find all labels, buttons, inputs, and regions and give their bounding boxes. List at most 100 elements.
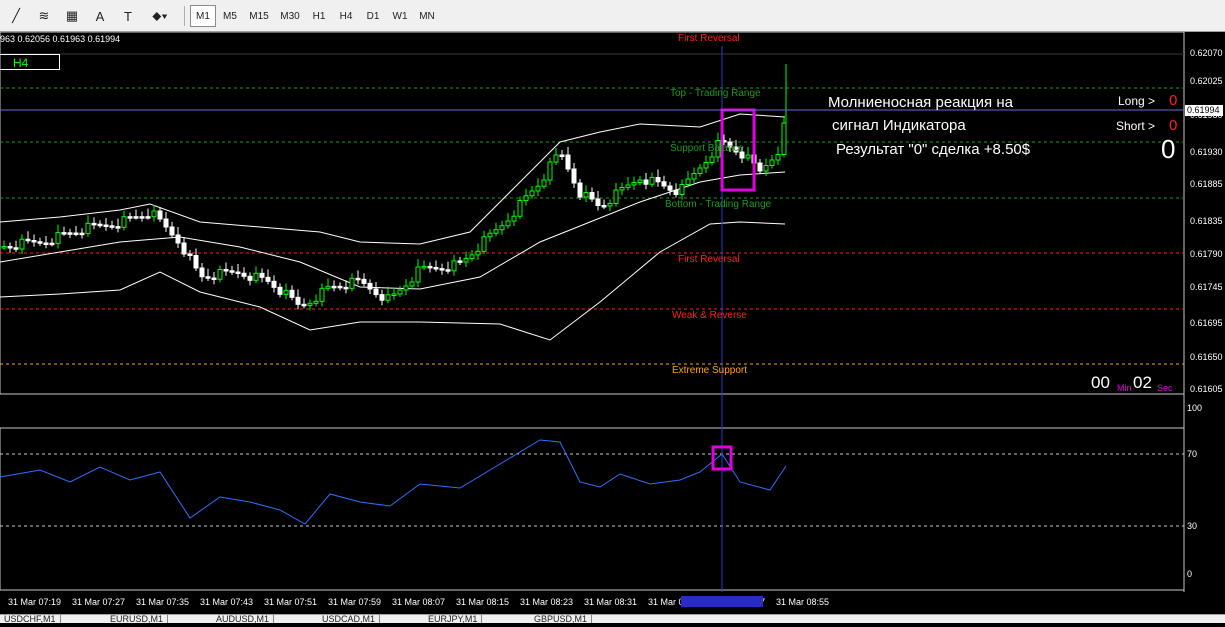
indicator-tick-label: 30	[1187, 521, 1198, 531]
line-tool-icon[interactable]: ╱	[4, 5, 28, 27]
candle-body	[613, 189, 619, 204]
timeframe-button-m15[interactable]: M15	[244, 5, 274, 27]
annotation-line2: сигнал Индикатора	[832, 117, 966, 134]
candle-body	[625, 184, 631, 188]
timeframe-button-m5[interactable]: M5	[217, 5, 243, 27]
candle-body	[121, 216, 127, 228]
timeframe-button-mn[interactable]: MN	[414, 5, 440, 27]
candle-body	[253, 272, 259, 281]
candle-body	[577, 182, 583, 198]
candle-body	[109, 225, 115, 228]
time-tick-label: 31 Mar 08:31	[584, 597, 638, 607]
candle-body	[337, 285, 343, 289]
short-label: Short >	[1116, 119, 1156, 133]
candle-body	[601, 205, 607, 208]
fibo-tool-icon[interactable]: ≋	[32, 5, 56, 27]
candle-body	[535, 185, 541, 192]
candle-body	[391, 293, 397, 296]
candle-body	[217, 269, 223, 280]
timeframe-button-h1[interactable]: H1	[306, 5, 332, 27]
candle-body	[277, 286, 283, 295]
candle-body	[115, 226, 121, 229]
annotation-line1: Молниеносная реакция на	[828, 94, 1013, 111]
chart-window[interactable]: 963 0.62056 0.61963 0.61994 H4 First Rev…	[0, 31, 1225, 622]
candle-body	[691, 173, 697, 180]
candle-body	[763, 165, 769, 172]
timeframe-button-h4[interactable]: H4	[333, 5, 359, 27]
time-tick-label: 31 Mar 07:35	[136, 597, 190, 607]
candle-body	[403, 285, 409, 291]
candle-body	[427, 265, 433, 269]
candle-body	[355, 277, 361, 281]
candle-body	[1, 246, 7, 249]
ohlc-header: 963 0.62056 0.61963 0.61994	[0, 34, 121, 44]
candle-body	[373, 288, 379, 296]
candle-body	[73, 232, 79, 235]
time-tick-label: 31 Mar 08:15	[456, 597, 510, 607]
candle-body	[517, 200, 523, 217]
candle-body	[559, 154, 565, 157]
candle-body	[643, 179, 649, 185]
timer-min-value: 00	[1091, 373, 1110, 392]
candle-body	[463, 257, 469, 263]
candle-body	[367, 282, 373, 290]
candle-body	[409, 281, 415, 287]
grid-tool-icon[interactable]: ▦	[60, 5, 84, 27]
candle-body	[289, 289, 295, 298]
top-trading-range-label: Top - Trading Range	[670, 88, 761, 99]
price-tick-label: 0.61835	[1190, 216, 1223, 226]
candle-body	[451, 260, 457, 272]
support-balance-label: Support Balance	[670, 143, 744, 154]
candle-body	[139, 216, 145, 219]
long-value: 0	[1169, 92, 1178, 109]
text-tool-icon[interactable]: A	[88, 5, 112, 27]
time-tick-label: 31 Mar 08:07	[392, 597, 446, 607]
candle-body	[499, 225, 505, 231]
candle-body	[595, 198, 601, 206]
price-tick-label: 0.61605	[1190, 384, 1223, 394]
first-reversal-bottom-label: First Reversal	[678, 254, 740, 265]
text-label-tool-icon[interactable]: T	[116, 5, 140, 27]
candle-body	[151, 210, 157, 218]
candle-body	[97, 223, 103, 227]
indicator-series-line	[0, 439, 787, 525]
price-chart[interactable]	[0, 31, 1225, 622]
candle-body	[181, 242, 187, 255]
candle-body	[745, 154, 751, 159]
price-tick-label: 0.61930	[1190, 147, 1223, 157]
price-tick-label: 0.61650	[1190, 352, 1223, 362]
candle-body	[199, 267, 205, 278]
candle-body	[295, 296, 301, 305]
candle-body	[631, 182, 637, 186]
candle-body	[769, 159, 775, 166]
timeframe-button-m30[interactable]: M30	[275, 5, 305, 27]
candle-body	[397, 289, 403, 295]
candle-body	[229, 270, 235, 273]
first-reversal-top-label: First Reversal	[678, 33, 740, 44]
candle-body	[667, 185, 673, 191]
candle-body	[415, 266, 421, 283]
indicator-line	[0, 439, 787, 525]
candle-body	[331, 285, 337, 289]
timeframe-button-w1[interactable]: W1	[387, 5, 413, 27]
candle-body	[25, 238, 31, 242]
timer-sec-label: Sec	[1157, 383, 1173, 393]
time-tick-label: 31 Mar 08:55	[776, 597, 830, 607]
weak-reverse-label: Weak & Reverse	[672, 310, 747, 321]
shapes-tool-icon[interactable]: ⬥▾	[144, 5, 176, 27]
candle-body	[241, 272, 247, 277]
candle-body	[583, 192, 589, 198]
candle-body	[247, 275, 253, 281]
price-tick-label: 0.61745	[1190, 282, 1223, 292]
timeframe-button-m1[interactable]: M1	[190, 5, 216, 27]
candle-body	[505, 220, 511, 227]
candle-body	[475, 250, 481, 256]
candle-body	[301, 303, 307, 307]
timeframe-button-d1[interactable]: D1	[360, 5, 386, 27]
candle-body	[13, 247, 19, 250]
candle-body	[319, 287, 325, 302]
short-value: 0	[1169, 117, 1178, 134]
price-tick-label: 0.62070	[1190, 48, 1223, 58]
candle-body	[421, 265, 427, 269]
candle-body	[439, 268, 445, 271]
